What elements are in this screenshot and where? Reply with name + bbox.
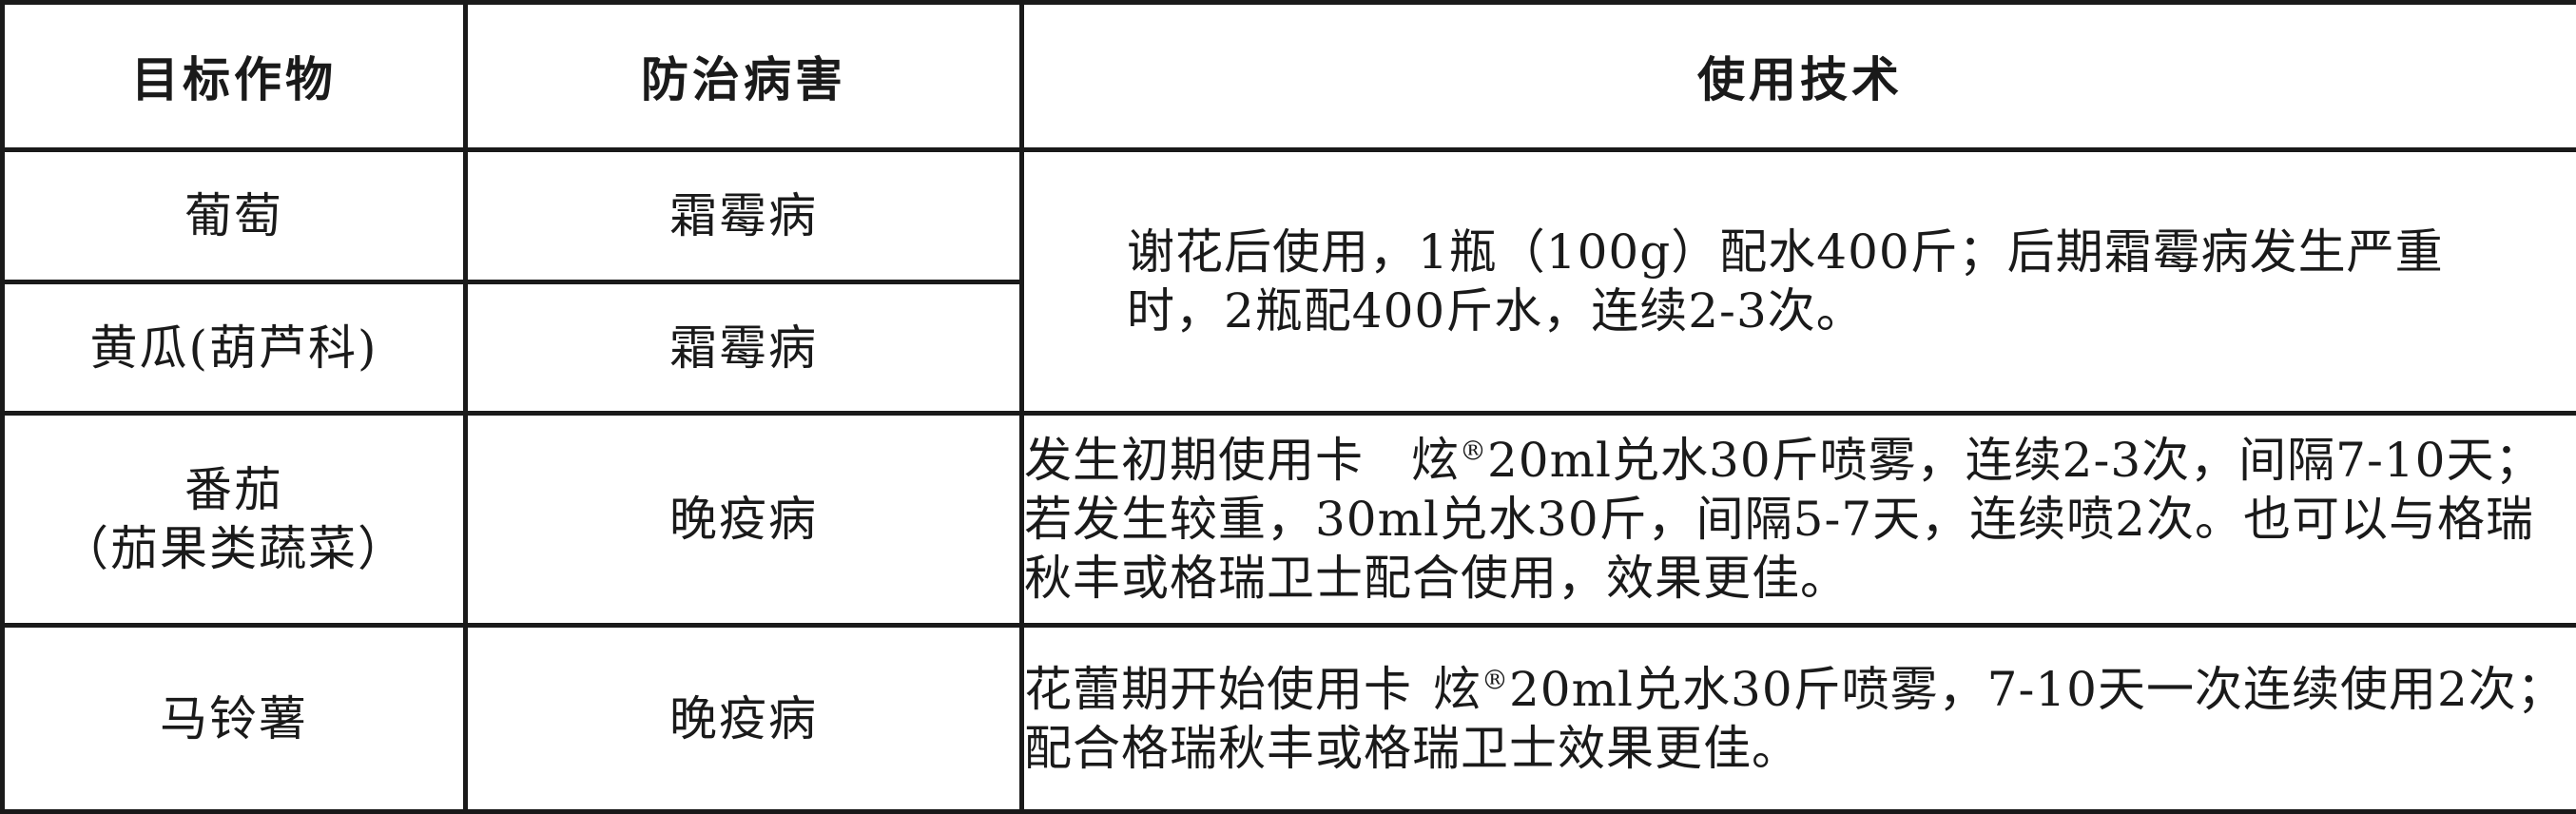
table-row: 葡萄 霜霉病 谢花后使用，1瓶（100g）配水400斤；后期霜霉病发生严重时，2… (3, 150, 2576, 282)
disease-cell-tomato: 晚疫病 (466, 414, 1022, 626)
table-row: 马铃薯 晚疫病 花蕾期开始使用卡炫®20ml兑水30斤喷雾，7-10天一次连续使… (3, 626, 2576, 812)
pesticide-usage-table-container: 目标作物 防治病害 使用技术 葡萄 霜霉病 谢花后使用，1瓶（100g）配水40… (0, 0, 2576, 809)
disease-cell-cucumber: 霜霉病 (466, 282, 1022, 414)
disease-cell-potato: 晚疫病 (466, 626, 1022, 812)
crop-cell-grape: 葡萄 (3, 150, 466, 282)
table-row: 番茄 （茄果类蔬菜） 晚疫病 发生初期使用卡炫®20ml兑水30斤喷雾，连续2-… (3, 414, 2576, 626)
header-target-crop: 目标作物 (3, 3, 466, 150)
header-usage-technique: 使用技术 (1022, 3, 2576, 150)
technique-cell-potato: 花蕾期开始使用卡炫®20ml兑水30斤喷雾，7-10天一次连续使用2次；配合格瑞… (1022, 626, 2576, 812)
header-disease: 防治病害 (466, 3, 1022, 150)
product-name-mark: 炫 (1411, 433, 1460, 488)
table-header-row: 目标作物 防治病害 使用技术 (3, 3, 2576, 150)
registered-mark: ® (1482, 664, 1509, 695)
crop-tomato-line1: 番茄 (5, 460, 463, 519)
technique-cell-grape-cucumber: 谢花后使用，1瓶（100g）配水400斤；后期霜霉病发生严重时，2瓶配400斤水… (1022, 150, 2576, 414)
technique-cell-tomato: 发生初期使用卡炫®20ml兑水30斤喷雾，连续2-3次，间隔7-10天；若发生较… (1022, 414, 2576, 626)
tech-potato-part1: 花蕾期开始使用卡 (1024, 662, 1412, 717)
registered-mark: ® (1460, 435, 1487, 466)
product-name-mark: 炫 (1433, 662, 1482, 717)
crop-cell-cucumber: 黄瓜(葫芦科) (3, 282, 466, 414)
crop-cell-potato: 马铃薯 (3, 626, 466, 812)
tech-tomato-part1: 发生初期使用卡 (1024, 433, 1364, 488)
crop-cell-tomato: 番茄 （茄果类蔬菜） (3, 414, 466, 626)
crop-tomato-line2: （茄果类蔬菜） (5, 519, 463, 578)
pesticide-usage-table: 目标作物 防治病害 使用技术 葡萄 霜霉病 谢花后使用，1瓶（100g）配水40… (0, 0, 2576, 814)
disease-cell-grape: 霜霉病 (466, 150, 1022, 282)
